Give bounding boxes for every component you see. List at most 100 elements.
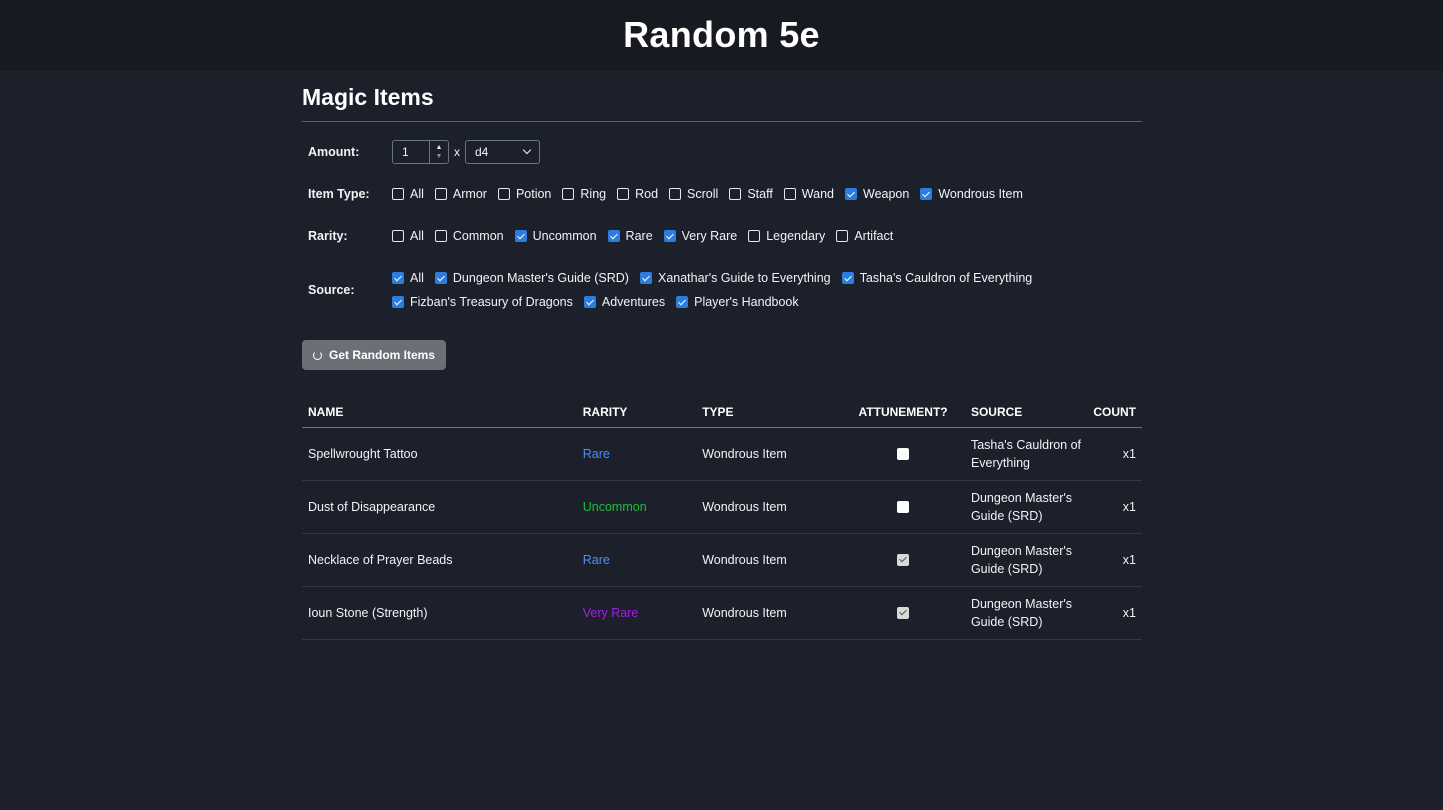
item-type-option-weapon[interactable]: Weapon	[845, 184, 909, 204]
rarity-checkbox-very-rare[interactable]	[663, 230, 676, 242]
item-type-option-wondrous-item[interactable]: Wondrous Item	[920, 184, 1023, 204]
rarity-option-label: Artifact	[854, 229, 894, 243]
item-type-option-label: Weapon	[863, 187, 910, 201]
source-option-all[interactable]: All	[392, 268, 424, 288]
source-option-tasha-s-cauldron-of-everything[interactable]: Tasha's Cauldron of Everything	[841, 268, 1033, 288]
magic-items-panel: Magic Items Amount: 1 ▲ ▼ x d4 Item Type…	[302, 70, 1142, 640]
source-option-label: Xanathar's Guide to Everything	[657, 271, 831, 285]
cell-name: Spellwrought Tattoo	[302, 427, 577, 481]
cell-source: Dungeon Master's Guide (SRD)	[964, 586, 1088, 640]
column-header-name: NAME	[302, 397, 577, 428]
source-option-dungeon-master-s-guide-srd[interactable]: Dungeon Master's Guide (SRD)	[434, 268, 629, 288]
cell-attunement	[841, 427, 965, 481]
rarity-option-artifact[interactable]: Artifact	[836, 226, 893, 246]
app-title: Random 5e	[623, 13, 820, 55]
item-type-option-potion[interactable]: Potion	[497, 184, 551, 204]
item-type-option-label: Armor	[452, 187, 487, 201]
rarity-checkbox-legendary[interactable]	[748, 230, 761, 242]
rarity-option-label: Rare	[625, 229, 653, 243]
item-type-option-label: Rod	[635, 187, 659, 201]
rarity-checkbox-common[interactable]	[434, 230, 447, 242]
rarity-checkbox-uncommon[interactable]	[514, 230, 527, 242]
rarity-label: Rarity:	[308, 229, 348, 243]
item-type-checkbox-ring[interactable]	[562, 188, 575, 200]
cell-attunement	[841, 480, 965, 534]
rarity-option-rare[interactable]: Rare	[607, 226, 653, 246]
rarity-checkbox-rare[interactable]	[607, 230, 620, 242]
item-type-label: Item Type:	[308, 187, 370, 201]
rarity-option-uncommon[interactable]: Uncommon	[514, 226, 597, 246]
rarity-row: Rarity: All Common Uncommon Rare Very Rare Le…	[302, 226, 1142, 246]
amount-label: Amount:	[308, 145, 360, 159]
item-type-checkbox-wondrous-item[interactable]	[920, 188, 933, 200]
source-checkbox-adventures[interactable]	[583, 296, 596, 308]
item-type-option-label: Ring	[580, 187, 607, 201]
item-type-option-scroll[interactable]: Scroll	[669, 184, 718, 204]
source-checkbox-fizban-s-treasury-of-dragons[interactable]	[392, 296, 404, 308]
item-type-checkbox-staff[interactable]	[729, 188, 742, 200]
cell-type: Wondrous Item	[696, 480, 842, 534]
rarity-option-common[interactable]: Common	[434, 226, 504, 246]
stepper-up-icon[interactable]: ▲	[436, 143, 443, 152]
source-option-label: Dungeon Master's Guide (SRD)	[452, 271, 629, 285]
die-select[interactable]: d4	[465, 140, 540, 164]
attunement-checkbox	[897, 554, 910, 567]
source-option-label: Adventures	[601, 295, 666, 309]
source-option-label: All	[410, 271, 424, 285]
item-type-option-rod[interactable]: Rod	[617, 184, 658, 204]
cell-type: Wondrous Item	[696, 427, 842, 481]
cell-count: x1	[1087, 586, 1142, 640]
source-option-xanathar-s-guide-to-everything[interactable]: Xanathar's Guide to Everything	[639, 268, 831, 288]
source-checkbox-xanathar-s-guide-to-everything[interactable]	[639, 272, 652, 284]
filter-form: Amount: 1 ▲ ▼ x d4 Item Type: All Armor Po…	[302, 139, 1142, 370]
cell-rarity: Very Rare	[576, 586, 697, 640]
source-checkbox-player-s-handbook[interactable]	[676, 296, 689, 308]
source-option-adventures[interactable]: Adventures	[583, 292, 666, 312]
source-option-fizban-s-treasury-of-dragons[interactable]: Fizban's Treasury of Dragons	[392, 292, 573, 312]
cell-source: Tasha's Cauldron of Everything	[964, 427, 1088, 481]
cell-rarity: Rare	[576, 533, 697, 587]
item-type-option-ring[interactable]: Ring	[562, 184, 606, 204]
item-type-checkbox-armor[interactable]	[434, 188, 447, 200]
item-type-option-wand[interactable]: Wand	[783, 184, 834, 204]
item-type-checkbox-all[interactable]	[392, 188, 404, 200]
attunement-checkbox	[897, 501, 910, 514]
cell-type: Wondrous Item	[696, 586, 842, 640]
table-header-row: NAME RARITY TYPE ATTUNEMENT? SOURCE COUN…	[302, 397, 1142, 428]
cell-count: x1	[1087, 480, 1142, 534]
source-checkbox-dungeon-master-s-guide-srd[interactable]	[434, 272, 447, 284]
item-type-option-armor[interactable]: Armor	[434, 184, 487, 204]
rarity-checkbox-all[interactable]	[392, 230, 404, 242]
item-type-checkbox-scroll[interactable]	[669, 188, 682, 200]
table-row: Spellwrought Tattoo Rare Wondrous Item Tash…	[302, 427, 1142, 481]
amount-input[interactable]: 1 ▲ ▼	[392, 140, 449, 164]
rarity-option-label: Common	[452, 229, 504, 243]
rarity-option-legendary[interactable]: Legendary	[748, 226, 825, 246]
rarity-option-label: Uncommon	[532, 229, 597, 243]
stepper-down-icon[interactable]: ▼	[436, 152, 443, 161]
item-type-checkbox-wand[interactable]	[783, 188, 796, 200]
item-type-option-label: Scroll	[687, 187, 719, 201]
source-option-player-s-handbook[interactable]: Player's Handbook	[676, 292, 799, 312]
section-title: Magic Items	[302, 84, 1142, 122]
rarity-option-all[interactable]: All	[392, 226, 424, 246]
source-checkbox-all[interactable]	[392, 272, 404, 284]
column-header-rarity: RARITY	[576, 397, 697, 428]
item-type-checkbox-weapon[interactable]	[845, 188, 857, 200]
rarity-option-label: Legendary	[766, 229, 826, 243]
item-type-checkbox-rod[interactable]	[617, 188, 630, 200]
column-header-attunement: ATTUNEMENT?	[841, 397, 965, 428]
amount-stepper[interactable]: ▲ ▼	[429, 141, 448, 163]
item-type-option-staff[interactable]: Staff	[729, 184, 773, 204]
cell-name: Necklace of Prayer Beads	[302, 533, 577, 587]
source-checkbox-tasha-s-cauldron-of-everything[interactable]	[841, 272, 854, 284]
rarity-checkbox-artifact[interactable]	[836, 230, 849, 242]
get-random-items-button[interactable]: Get Random Items	[302, 340, 446, 370]
rarity-options: All Common Uncommon Rare Very Rare Legendary A…	[392, 226, 904, 246]
cell-attunement	[841, 586, 965, 640]
item-type-checkbox-potion[interactable]	[497, 188, 510, 200]
source-option-label: Tasha's Cauldron of Everything	[859, 271, 1033, 285]
rarity-option-very-rare[interactable]: Very Rare	[663, 226, 737, 246]
cell-name: Ioun Stone (Strength)	[302, 586, 577, 640]
item-type-option-all[interactable]: All	[392, 184, 424, 204]
